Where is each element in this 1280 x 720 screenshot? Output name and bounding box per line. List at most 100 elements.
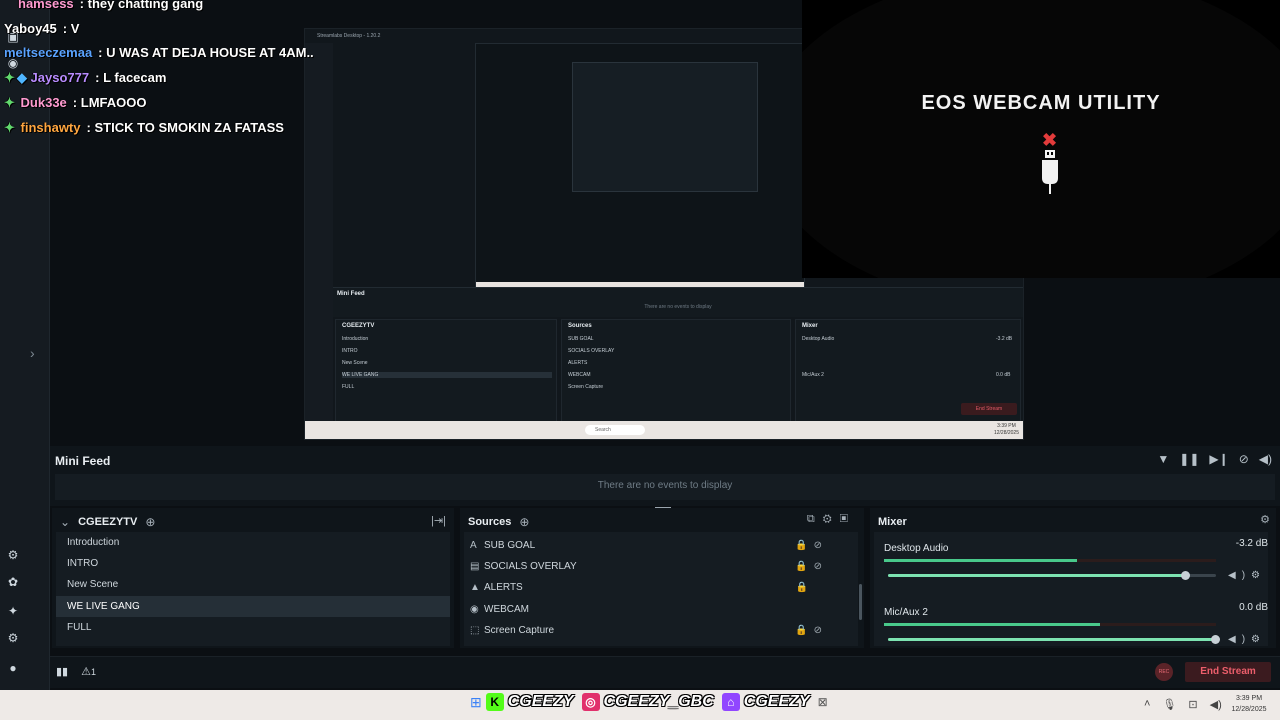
collapse-chevron-icon[interactable]: ⌄ xyxy=(60,515,70,529)
source-lock-visibility-icon[interactable]: 🔒⊘ xyxy=(795,556,828,577)
volume-slider[interactable] xyxy=(888,571,1216,580)
chat-line: ✦ Duk33e: LMFAOOO xyxy=(4,95,147,110)
mixer-channel: Mic/Aux 2 0.0 dB xyxy=(884,602,1268,620)
nested-mini-feed: Mini Feed There are no events to display xyxy=(333,287,1023,317)
slider-knob[interactable] xyxy=(1181,571,1191,580)
nested-channel-name: Desktop Audio xyxy=(802,336,835,342)
volume-slider[interactable] xyxy=(888,635,1220,644)
nested-scene-item: FULL xyxy=(342,384,355,390)
source-item[interactable]: ▲ ALERTS 🔒 xyxy=(464,577,858,598)
chat-username: hamsess xyxy=(18,0,74,11)
source-lock-icon[interactable]: 🔒 xyxy=(796,577,814,598)
taskbar-app-icon[interactable]: ⊠ xyxy=(818,695,828,709)
nested-scene-collection: CGEEZYTV xyxy=(342,323,375,329)
kick-handle: CGEEZY xyxy=(507,693,574,710)
alert-icon[interactable]: ⚠ xyxy=(81,666,91,678)
channel-settings-icon[interactable]: ⚙ xyxy=(1251,634,1266,645)
cube-badge-icon: ◆ xyxy=(16,70,27,85)
scene-item[interactable]: New Scene xyxy=(56,574,450,595)
chat-username: meltseczemaa xyxy=(4,45,93,60)
skip-icon[interactable]: ▶❙ xyxy=(1209,452,1228,466)
network-icon[interactable]: ⊡ xyxy=(1188,698,1197,711)
mini-feed-controls: ▼ ❚❚ ▶❙ ⊘ ◀) xyxy=(1157,452,1272,466)
chat-message: STICK TO SMOKIN ZA FATASS xyxy=(94,120,284,135)
clock-time: 3:39 PM xyxy=(1235,695,1263,702)
screen-capture-icon: ⬚ xyxy=(470,625,480,636)
scene-item[interactable]: Introduction xyxy=(56,532,450,553)
mixer-settings-icon[interactable]: ⚙ xyxy=(1260,513,1270,526)
end-stream-button[interactable]: End Stream xyxy=(1185,662,1271,682)
source-item[interactable]: ⬚ Screen Capture 🔒⊘ xyxy=(464,620,858,641)
alert-icon: ▲ xyxy=(470,582,480,593)
expand-sidebar-chevron-icon[interactable]: › xyxy=(30,345,35,361)
channel-settings-icon[interactable]: ⚙ xyxy=(1251,570,1266,581)
sources-title: Sources xyxy=(468,516,512,528)
group-icon[interactable]: ⧉ xyxy=(807,513,823,525)
nested-clock-date: 12/28/2025 xyxy=(993,430,1019,436)
source-item[interactable]: ◉ WEBCAM xyxy=(464,599,858,620)
mute-alerts-icon[interactable]: ⊘ xyxy=(1239,452,1249,466)
slider-fill xyxy=(888,574,1187,577)
add-source-icon[interactable]: ⊕ xyxy=(519,515,529,529)
source-item[interactable]: A SUB GOAL 🔒⊘ xyxy=(464,535,858,556)
performance-icon[interactable]: ▮▮ xyxy=(56,666,68,678)
instagram-icon: ◎ xyxy=(581,693,600,711)
collapse-panel-icon[interactable]: |⇥| xyxy=(431,514,446,527)
microphone-icon[interactable]: 🎙 xyxy=(1162,698,1176,711)
source-settings-icon[interactable]: ⚙ xyxy=(823,513,840,525)
chat-line: Yaboy45: V xyxy=(4,21,80,36)
nested-preview xyxy=(475,43,805,293)
settings-icon[interactable]: ⚙ xyxy=(6,631,20,645)
mute-icon[interactable]: ◀) xyxy=(1228,570,1251,581)
slider-fill xyxy=(888,638,1216,641)
filter-icon[interactable]: ▼ xyxy=(1157,452,1169,466)
chat-line: ✦ ◆ Jayso777: L facecam xyxy=(4,70,167,85)
volume-icon[interactable]: ◀) xyxy=(1259,452,1272,466)
windows-start-icon[interactable]: ⊞ xyxy=(470,694,482,711)
mini-feed-title: Mini Feed xyxy=(55,454,111,468)
folder-icon[interactable]: ▣ xyxy=(840,513,856,525)
kick-icon: K xyxy=(485,693,504,711)
usb-disconnected-icon xyxy=(1042,150,1058,194)
mute-icon[interactable]: ◀) xyxy=(1228,634,1251,645)
add-scene-icon[interactable]: ⊕ xyxy=(145,515,155,529)
sources-panel: Sources ⊕ ⧉⚙▣ A SUB GOAL 🔒⊘ ▤ SOCIALS OV… xyxy=(460,508,864,648)
camera-icon: ◉ xyxy=(470,604,479,615)
apps-icon[interactable]: ✦ xyxy=(6,604,20,618)
instagram-handle: CGEEZY_GBC xyxy=(603,693,714,710)
scene-item[interactable]: FULL xyxy=(56,617,450,638)
chat-message: U WAS AT DEJA HOUSE AT 4AM.. xyxy=(106,45,314,60)
sources-scrollbar[interactable] xyxy=(859,584,862,620)
scene-item[interactable]: INTRO xyxy=(56,553,450,574)
scenes-panel: ⌄ CGEEZYTV ⊕ |⇥| Introduction INTRO New … xyxy=(52,508,454,648)
mini-feed-events: There are no events to display xyxy=(55,474,1275,500)
nested-search: Search xyxy=(585,425,645,435)
source-lock-visibility-icon[interactable]: 🔒⊘ xyxy=(795,535,828,556)
themes-icon[interactable]: ✿ xyxy=(6,575,20,589)
source-lock-visibility-icon[interactable]: 🔒⊘ xyxy=(795,620,828,641)
dashboard-icon[interactable]: ⚙ xyxy=(6,548,20,562)
chat-message: V xyxy=(70,21,80,36)
record-button[interactable]: REC xyxy=(1155,663,1173,681)
pause-icon[interactable]: ❚❚ xyxy=(1179,452,1199,466)
speaker-icon[interactable]: ◀) xyxy=(1210,698,1222,711)
sources-header: Sources ⊕ xyxy=(468,512,529,532)
taskbar-clock[interactable]: 3:39 PM 12/28/2025 xyxy=(1224,693,1274,715)
slider-knob[interactable] xyxy=(1211,635,1220,644)
source-name: Screen Capture xyxy=(484,625,555,636)
profile-icon[interactable]: ● xyxy=(6,661,20,675)
scene-item-selected[interactable]: WE LIVE GANG xyxy=(56,596,450,617)
image-icon: ▤ xyxy=(470,561,480,572)
source-item[interactable]: ▤ SOCIALS OVERLAY 🔒⊘ xyxy=(464,556,858,577)
chevron-up-icon[interactable]: ˄ xyxy=(1144,698,1150,711)
badge-icon: ✦ xyxy=(4,120,15,135)
chat-username: finshawty xyxy=(20,120,81,135)
chat-overlay: hamsess: they chatting gang Yaboy45: V m… xyxy=(0,0,320,140)
text-icon: A xyxy=(470,540,477,551)
twitch-icon: ⌂ xyxy=(721,693,740,711)
webcam-background xyxy=(802,0,1280,278)
mixer-title: Mixer xyxy=(878,516,907,528)
system-tray: ˄ 🎙 ⊡ ◀) xyxy=(1144,698,1222,711)
nested-channel-db: -3.2 dB xyxy=(996,336,1013,342)
scene-collection-name[interactable]: CGEEZYTV xyxy=(78,516,137,528)
